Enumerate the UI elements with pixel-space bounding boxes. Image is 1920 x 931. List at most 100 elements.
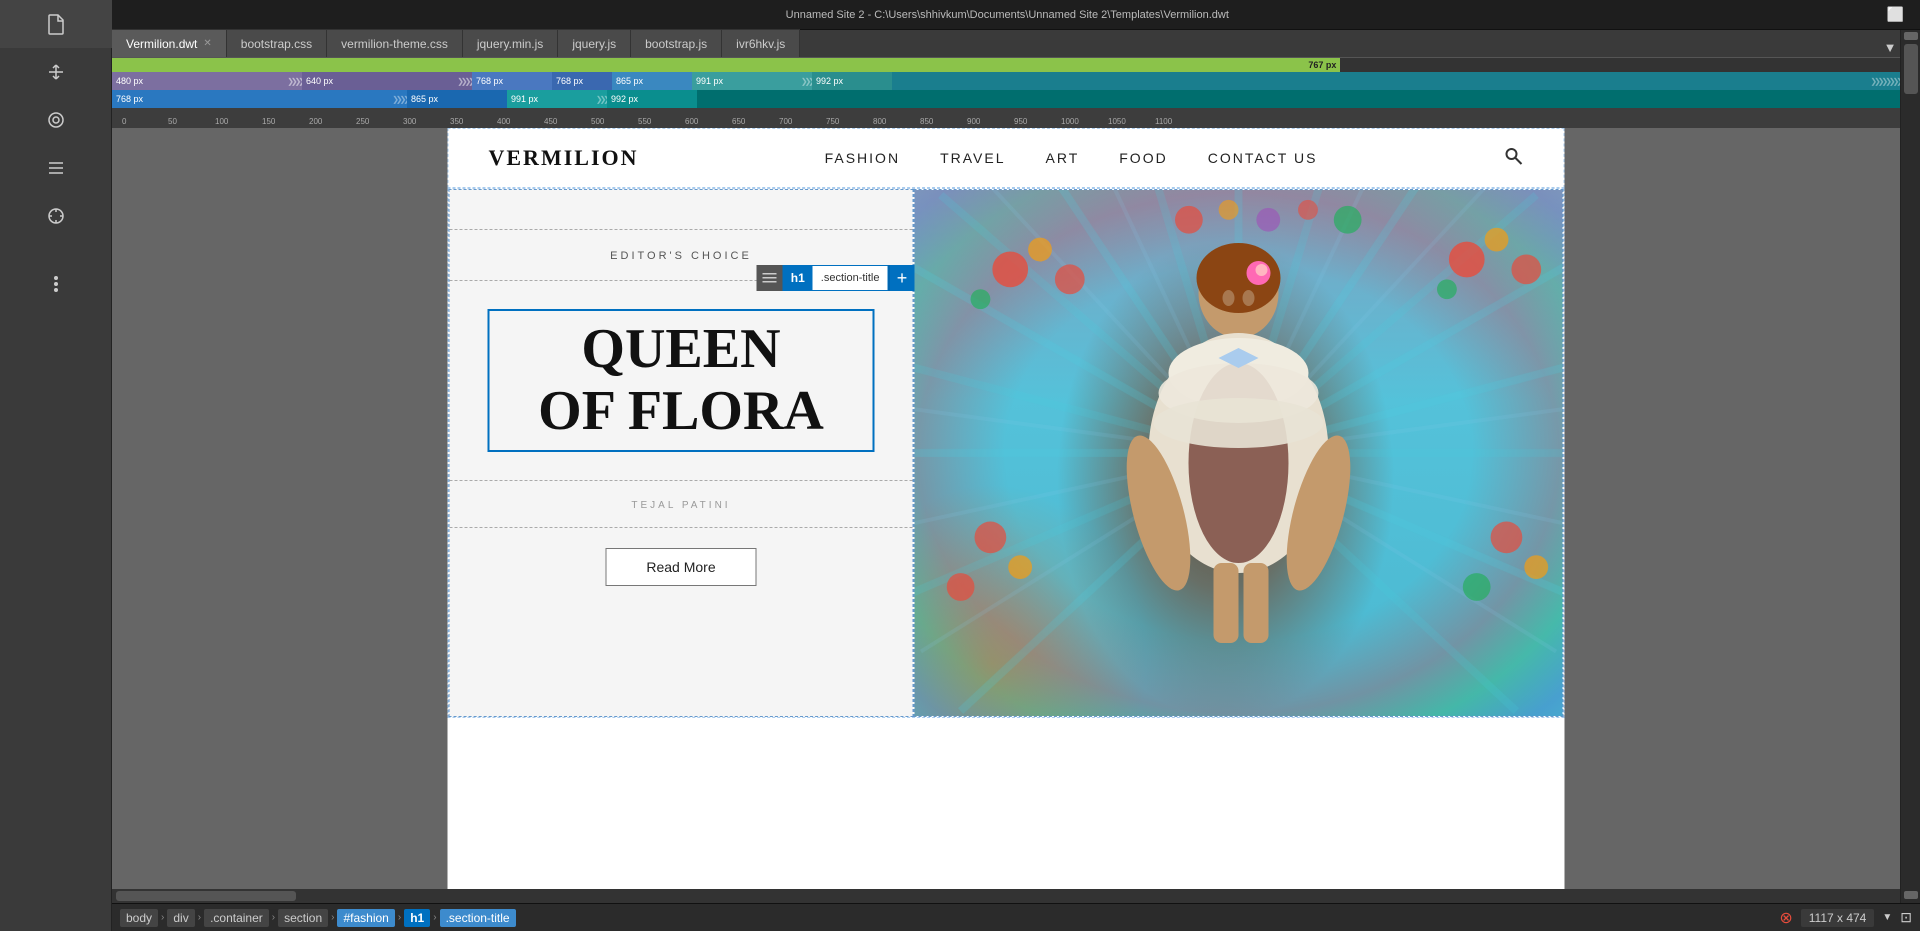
scrollbar-v-up[interactable] bbox=[1904, 32, 1918, 40]
restore-icon[interactable]: ⬜ bbox=[1887, 6, 1904, 23]
bottom-right-controls: ⊗ 1117 x 474 ▼ ⊡ bbox=[1779, 908, 1912, 928]
hero-readmore-region: Read More bbox=[450, 528, 913, 606]
ruler-tick-600: 600 bbox=[685, 117, 698, 126]
toolbar-arrows-icon[interactable] bbox=[0, 48, 112, 96]
progress-label: 767 px bbox=[1308, 58, 1336, 72]
hero-top-region bbox=[450, 190, 913, 230]
website-page: VERMILION FASHION TRAVEL ART FOOD CONTAC… bbox=[448, 128, 1565, 889]
breakpoint-row-1: 480 px ❯❯❯❯ 640 px ❯❯❯❯ 768 px 768 px 86… bbox=[112, 72, 1900, 90]
toolbar-view-icon[interactable] bbox=[0, 96, 112, 144]
tab-bootstrap-css[interactable]: bootstrap.css bbox=[227, 29, 327, 57]
tab-vermilion[interactable]: Vermilion.dwt ✕ bbox=[112, 29, 227, 57]
sub-bp-991-segment: 991 px ❯❯❯ bbox=[507, 90, 607, 108]
tab-vermilion-theme[interactable]: vermilion-theme.css bbox=[327, 29, 463, 57]
bp-768-segment: 768 px bbox=[472, 72, 552, 90]
scrollbar-v-thumb[interactable] bbox=[1904, 44, 1918, 94]
hero-section: EDITOR'S CHOICE QUEENOF FLORA bbox=[448, 188, 1565, 718]
hero-author-text: TEJAL PATINI bbox=[631, 500, 730, 511]
tab-bootstrap-js[interactable]: bootstrap.js bbox=[631, 29, 722, 57]
tab-bootstrap-css-label: bootstrap.css bbox=[241, 37, 312, 51]
sub-bp-865-segment: 865 px bbox=[407, 90, 507, 108]
breadcrumb-arrow-4: › bbox=[331, 912, 334, 923]
ruler-tick-300: 300 bbox=[403, 117, 416, 126]
breadcrumb-div[interactable]: div bbox=[167, 909, 194, 927]
scrollbar-horizontal[interactable] bbox=[112, 889, 1900, 903]
toolbar-more-icon[interactable] bbox=[0, 260, 112, 308]
nav-travel[interactable]: TRAVEL bbox=[940, 150, 1005, 166]
dropdown-arrow[interactable]: ▼ bbox=[1882, 912, 1892, 923]
element-tooltip: h1 .section-title + bbox=[757, 265, 915, 291]
ruler-tick-350: 350 bbox=[450, 117, 463, 126]
tab-vermilion-theme-label: vermilion-theme.css bbox=[341, 37, 448, 51]
resize-icon[interactable]: ⊡ bbox=[1900, 909, 1912, 926]
sub-bp-992-segment: 992 px bbox=[607, 90, 697, 108]
bp-rest-segment: ❯❯❯❯❯❯❯❯ bbox=[892, 72, 1900, 90]
tooltip-classname: .section-title bbox=[813, 265, 889, 291]
ruler-tick-500: 500 bbox=[591, 117, 604, 126]
search-icon[interactable] bbox=[1504, 146, 1524, 171]
ruler: 0 50 100 150 200 250 300 350 400 450 500… bbox=[112, 108, 1900, 128]
tooltip-plus-button[interactable]: + bbox=[889, 265, 915, 291]
ruler-tick-800: 800 bbox=[873, 117, 886, 126]
ruler-tick-0: 0 bbox=[122, 117, 126, 126]
ruler-tick-650: 650 bbox=[732, 117, 745, 126]
bp-640-segment: 640 px ❯❯❯❯ bbox=[302, 72, 472, 90]
sub-bp-rest-segment bbox=[697, 90, 1900, 108]
toolbar-list-icon[interactable] bbox=[0, 144, 112, 192]
dimensions-display: 1117 x 474 bbox=[1801, 909, 1875, 927]
ruler-tick-750: 750 bbox=[826, 117, 839, 126]
tab-jquery[interactable]: jquery.js bbox=[558, 29, 631, 57]
scrollbar-v-down[interactable] bbox=[1904, 891, 1918, 899]
progress-bar-fill: 767 px bbox=[112, 58, 1340, 72]
breadcrumb-h1[interactable]: h1 bbox=[404, 909, 430, 927]
hero-author-region: TEJAL PATINI bbox=[450, 481, 913, 528]
tooltip-menu-button[interactable] bbox=[757, 265, 783, 291]
scrollbar-vertical[interactable] bbox=[1900, 30, 1920, 903]
ruler-tick-850: 850 bbox=[920, 117, 933, 126]
breakpoint-row-2: 768 px ❯❯❯❯ 865 px 991 px ❯❯❯ 992 px bbox=[112, 90, 1900, 108]
scrollbar-h-thumb[interactable] bbox=[116, 891, 296, 901]
breadcrumb-fashion[interactable]: #fashion bbox=[337, 909, 394, 927]
breadcrumb-arrow-1: › bbox=[161, 912, 164, 923]
bp-865-segment: 865 px bbox=[612, 72, 692, 90]
model-figure bbox=[1099, 233, 1379, 673]
editors-choice-text: EDITOR'S CHOICE bbox=[610, 250, 752, 262]
breadcrumb-section[interactable]: section bbox=[278, 909, 328, 927]
tab-jquery-min-label: jquery.min.js bbox=[477, 37, 543, 51]
bp-768b-segment: 768 px bbox=[552, 72, 612, 90]
tab-vermilion-close[interactable]: ✕ bbox=[203, 38, 211, 49]
breadcrumb-section-title[interactable]: .section-title bbox=[440, 909, 516, 927]
fashion-image bbox=[915, 190, 1563, 716]
tooltip-tag: h1 bbox=[783, 265, 813, 291]
breadcrumb-arrow-3: › bbox=[272, 912, 275, 923]
read-more-button[interactable]: Read More bbox=[605, 548, 756, 586]
nav-contact[interactable]: CONTACT US bbox=[1208, 150, 1318, 166]
breadcrumb-arrow-6: › bbox=[433, 912, 436, 923]
tab-jquery-min[interactable]: jquery.min.js bbox=[463, 29, 558, 57]
breadcrumb-arrow-2: › bbox=[198, 912, 201, 923]
tab-ivr6hkv[interactable]: ivr6hkv.js bbox=[722, 29, 800, 57]
nav-fashion[interactable]: FASHION bbox=[825, 150, 900, 166]
error-icon: ⊗ bbox=[1779, 908, 1792, 928]
toolbar-file-icon[interactable] bbox=[0, 0, 112, 48]
site-nav: FASHION TRAVEL ART FOOD CONTACT US bbox=[825, 150, 1318, 166]
title-bar-text: Unnamed Site 2 - C:\Users\shhivkum\Docum… bbox=[128, 9, 1887, 21]
tab-jquery-label: jquery.js bbox=[572, 37, 616, 51]
canvas-area: VERMILION FASHION TRAVEL ART FOOD CONTAC… bbox=[112, 128, 1900, 903]
hero-title-region: QUEENOF FLORA h1 .section-title bbox=[450, 281, 913, 481]
breadcrumb-arrow-5: › bbox=[398, 912, 401, 923]
bp-992-segment: 992 px bbox=[812, 72, 892, 90]
nav-art[interactable]: ART bbox=[1046, 150, 1080, 166]
bottom-bar: body › div › .container › section › #fas… bbox=[112, 903, 1920, 931]
model-svg bbox=[1099, 233, 1379, 673]
bp-480-segment: 480 px ❯❯❯❯ bbox=[112, 72, 302, 90]
nav-food[interactable]: FOOD bbox=[1119, 150, 1167, 166]
breadcrumb-body[interactable]: body bbox=[120, 909, 158, 927]
ruler-tick-550: 550 bbox=[638, 117, 651, 126]
ruler-tick-100: 100 bbox=[215, 117, 228, 126]
left-toolbar bbox=[0, 0, 112, 931]
ruler-tick-1050: 1050 bbox=[1108, 117, 1126, 126]
ruler-tick-150: 150 bbox=[262, 117, 275, 126]
toolbar-target-icon[interactable] bbox=[0, 192, 112, 240]
breadcrumb-container[interactable]: .container bbox=[204, 909, 269, 927]
